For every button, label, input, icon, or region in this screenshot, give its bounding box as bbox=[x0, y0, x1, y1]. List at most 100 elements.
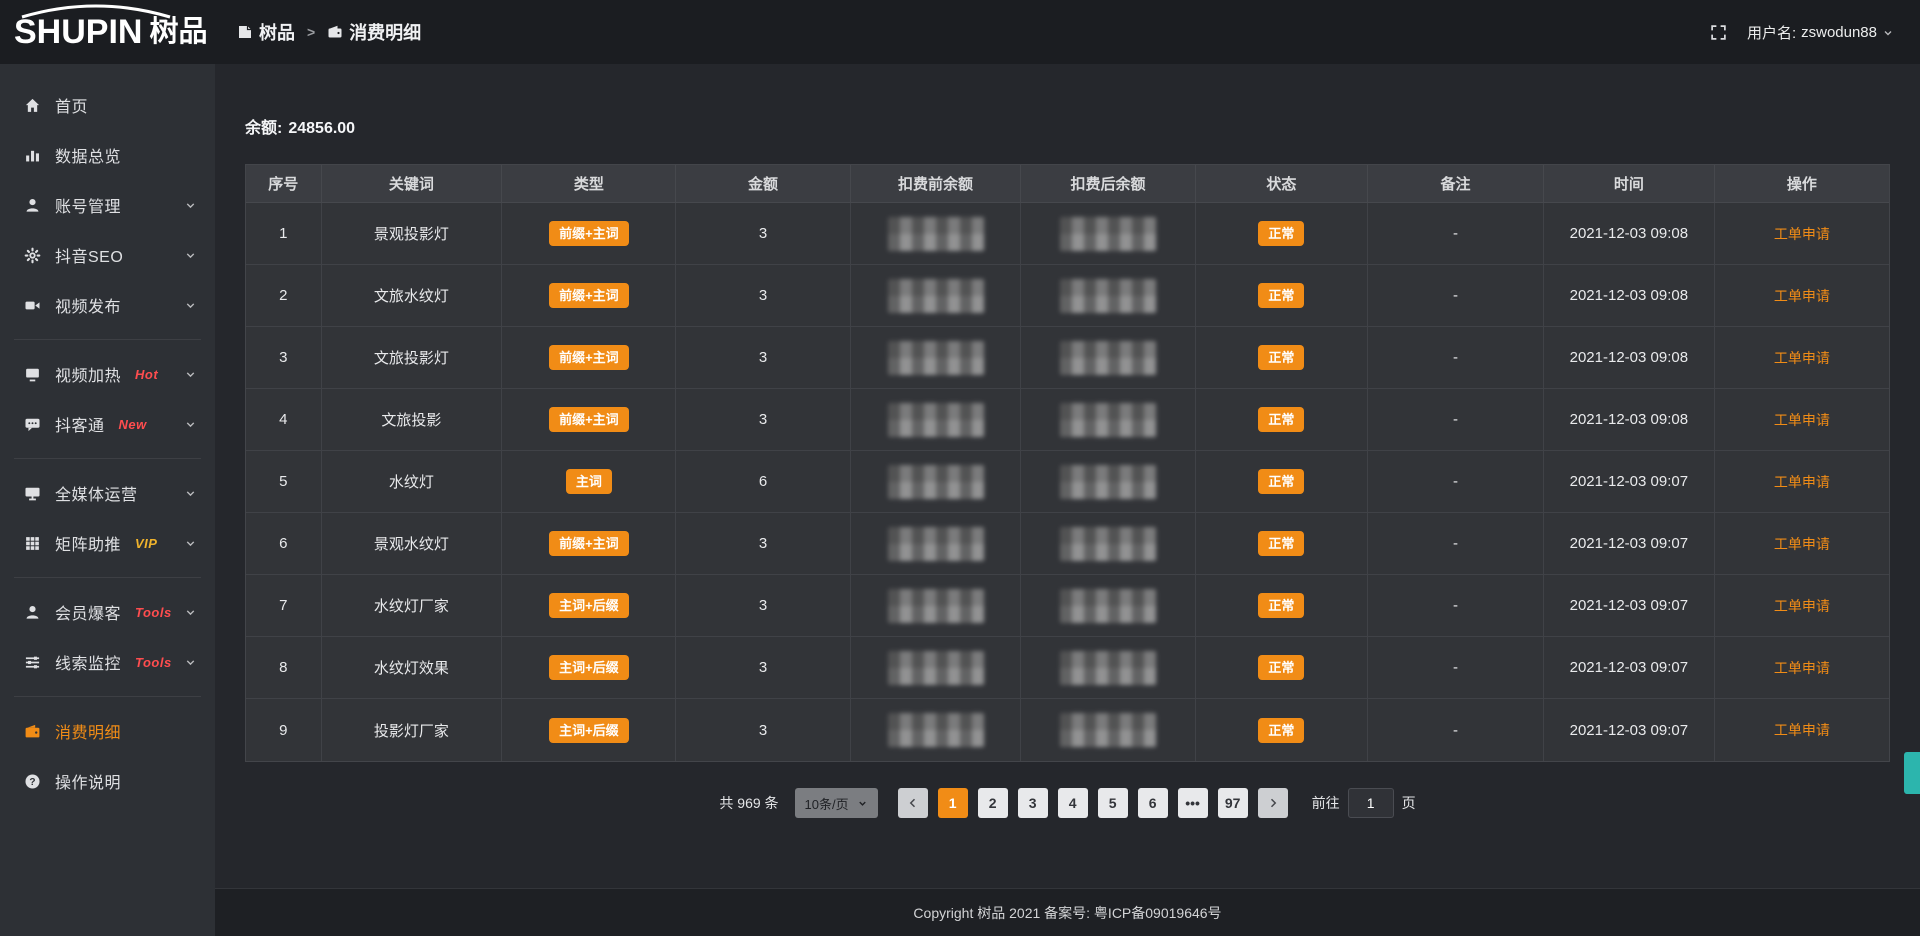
table-row: 1景观投影灯前缀+主词3正常-2021-12-03 09:08工单申请 bbox=[246, 203, 1889, 265]
column-header: 类型 bbox=[502, 165, 676, 203]
chevron-down-icon bbox=[1882, 27, 1894, 39]
column-header: 关键词 bbox=[322, 165, 503, 203]
masked-balance-before bbox=[888, 217, 984, 251]
cell-remark: - bbox=[1368, 265, 1544, 327]
sidebar-item-label: 首页 bbox=[55, 93, 88, 117]
cell-balance-before bbox=[851, 699, 1022, 761]
type-tag: 主词 bbox=[566, 469, 612, 494]
sidebar-item-video-publish[interactable]: 视频发布 bbox=[0, 280, 215, 330]
breadcrumb-item-app[interactable]: 树品 bbox=[237, 19, 295, 45]
ticket-apply-link[interactable]: 工单申请 bbox=[1774, 658, 1830, 678]
cell-keyword: 文旅投影 bbox=[322, 389, 503, 451]
chevron-down-icon bbox=[184, 606, 197, 619]
breadcrumb-label: 树品 bbox=[259, 19, 295, 45]
sidebar-item-help[interactable]: ?操作说明 bbox=[0, 756, 215, 806]
ticket-apply-link[interactable]: 工单申请 bbox=[1774, 472, 1830, 492]
cell-index: 4 bbox=[246, 389, 322, 451]
sidebar-item-consumption[interactable]: 消费明细 bbox=[0, 706, 215, 756]
monitor-icon bbox=[22, 485, 42, 502]
page-button[interactable]: 4 bbox=[1058, 788, 1088, 818]
cell-status: 正常 bbox=[1196, 389, 1369, 451]
cell-type: 主词+后缀 bbox=[502, 637, 676, 699]
cell-status: 正常 bbox=[1196, 637, 1369, 699]
ticket-apply-link[interactable]: 工单申请 bbox=[1774, 720, 1830, 740]
cell-index: 8 bbox=[246, 637, 322, 699]
goto-label: 前往 bbox=[1312, 793, 1340, 813]
cell-type: 前缀+主词 bbox=[502, 203, 676, 265]
cell-type: 主词 bbox=[502, 451, 676, 513]
sidebar-item-account-manage[interactable]: 账号管理 bbox=[0, 180, 215, 230]
sidebar-item-douketong[interactable]: 抖客通New bbox=[0, 399, 215, 449]
ticket-apply-link[interactable]: 工单申请 bbox=[1774, 410, 1830, 430]
table-row: 2文旅水纹灯前缀+主词3正常-2021-12-03 09:08工单申请 bbox=[246, 265, 1889, 327]
cell-balance-after bbox=[1021, 451, 1195, 513]
cell-action: 工单申请 bbox=[1715, 699, 1889, 761]
cell-balance-after bbox=[1021, 575, 1195, 637]
goto-page-input[interactable] bbox=[1348, 788, 1394, 818]
cell-time: 2021-12-03 09:08 bbox=[1544, 389, 1715, 451]
balance: 余额:24856.00 bbox=[245, 114, 1890, 138]
sidebar-item-label: 全媒体运营 bbox=[55, 481, 138, 505]
home-icon bbox=[22, 97, 42, 114]
ticket-apply-link[interactable]: 工单申请 bbox=[1774, 224, 1830, 244]
member-icon bbox=[22, 604, 42, 621]
cell-balance-before bbox=[851, 451, 1022, 513]
app-logo[interactable]: SHUPIN 树品 bbox=[0, 0, 215, 64]
sidebar-item-clue-monitor[interactable]: 线索监控Tools bbox=[0, 637, 215, 687]
sidebar-divider bbox=[14, 577, 201, 578]
cell-balance-before bbox=[851, 389, 1022, 451]
next-page-button[interactable] bbox=[1258, 788, 1288, 818]
topbar: SHUPIN 树品 树品 > 消费明细 用户名: zswodun88 bbox=[0, 0, 1920, 64]
masked-balance-before bbox=[888, 403, 984, 437]
screen-icon bbox=[22, 366, 42, 383]
table-row: 6景观水纹灯前缀+主词3正常-2021-12-03 09:07工单申请 bbox=[246, 513, 1889, 575]
masked-balance-after bbox=[1060, 651, 1156, 685]
chat-icon bbox=[22, 416, 42, 433]
sidebar-item-label: 抖音SEO bbox=[55, 243, 123, 267]
type-tag: 前缀+主词 bbox=[549, 345, 629, 370]
floating-widget[interactable] bbox=[1904, 752, 1920, 794]
cell-type: 主词+后缀 bbox=[502, 699, 676, 761]
username-label: 用户名: bbox=[1747, 22, 1796, 43]
ticket-apply-link[interactable]: 工单申请 bbox=[1774, 286, 1830, 306]
topbar-right: 用户名: zswodun88 bbox=[1710, 22, 1920, 43]
prev-page-button[interactable] bbox=[898, 788, 928, 818]
sidebar-item-member-burst[interactable]: 会员爆客Tools bbox=[0, 587, 215, 637]
cell-amount: 3 bbox=[676, 389, 850, 451]
page-button[interactable]: 1 bbox=[938, 788, 968, 818]
user-menu[interactable]: 用户名: zswodun88 bbox=[1747, 22, 1894, 43]
cell-status: 正常 bbox=[1196, 699, 1369, 761]
sidebar-item-matrix-boost[interactable]: 矩阵助推VIP bbox=[0, 518, 215, 568]
page-button[interactable]: 6 bbox=[1138, 788, 1168, 818]
sidebar-item-douyin-seo[interactable]: 抖音SEO bbox=[0, 230, 215, 280]
cell-status: 正常 bbox=[1196, 327, 1369, 389]
breadcrumb-label: 消费明细 bbox=[349, 19, 421, 45]
page-size-select[interactable]: 10条/页 bbox=[795, 788, 878, 818]
masked-balance-after bbox=[1060, 465, 1156, 499]
fullscreen-icon[interactable] bbox=[1710, 24, 1727, 41]
cell-index: 1 bbox=[246, 203, 322, 265]
page-button[interactable]: 2 bbox=[978, 788, 1008, 818]
ticket-apply-link[interactable]: 工单申请 bbox=[1774, 348, 1830, 368]
column-header: 金额 bbox=[676, 165, 850, 203]
bar-chart-icon bbox=[22, 147, 42, 164]
sidebar-item-data-overview[interactable]: 数据总览 bbox=[0, 130, 215, 180]
column-header: 扣费前余额 bbox=[851, 165, 1022, 203]
page-ellipsis-button[interactable]: ••• bbox=[1178, 788, 1208, 818]
page-button[interactable]: 5 bbox=[1098, 788, 1128, 818]
ticket-apply-link[interactable]: 工单申请 bbox=[1774, 534, 1830, 554]
page-button[interactable]: 3 bbox=[1018, 788, 1048, 818]
balance-value: 24856.00 bbox=[288, 120, 355, 137]
sidebar-item-home[interactable]: 首页 bbox=[0, 80, 215, 130]
sidebar-item-video-heat[interactable]: 视频加热Hot bbox=[0, 349, 215, 399]
page-button[interactable]: 97 bbox=[1218, 788, 1248, 818]
cell-time: 2021-12-03 09:07 bbox=[1544, 575, 1715, 637]
ticket-apply-link[interactable]: 工单申请 bbox=[1774, 596, 1830, 616]
cell-remark: - bbox=[1368, 389, 1544, 451]
user-icon bbox=[22, 197, 42, 214]
masked-balance-before bbox=[888, 465, 984, 499]
sidebar-item-label: 视频加热 bbox=[55, 362, 121, 386]
sidebar-item-media-ops[interactable]: 全媒体运营 bbox=[0, 468, 215, 518]
cell-index: 6 bbox=[246, 513, 322, 575]
breadcrumb-item-page[interactable]: 消费明细 bbox=[327, 19, 421, 45]
